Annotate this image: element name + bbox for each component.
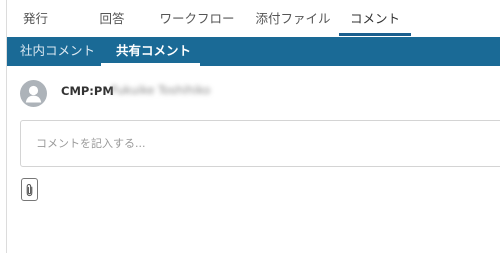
- comment-author-name: Fukuike Toshihiko: [111, 83, 211, 97]
- comment-author-prefix: CMP:PM: [61, 84, 114, 98]
- main-tab-bar: 発行 回答 ワークフロー 添付ファイル コメント: [7, 0, 500, 37]
- subtab-internal-comments[interactable]: 社内コメント: [20, 37, 95, 66]
- tab-comments[interactable]: コメント: [339, 0, 411, 37]
- paperclip-icon: [26, 183, 33, 197]
- tab-attachments[interactable]: 添付ファイル: [250, 0, 336, 37]
- active-subtab-indicator: [101, 63, 200, 66]
- comment-subtab-bar: 社内コメント 共有コメント: [7, 37, 500, 66]
- tab-issue[interactable]: 発行: [7, 0, 64, 37]
- active-tab-indicator: [339, 33, 411, 36]
- tab-answer[interactable]: 回答: [87, 0, 137, 37]
- comment-input[interactable]: [20, 120, 500, 167]
- tab-workflow[interactable]: ワークフロー: [149, 0, 245, 37]
- user-avatar-icon: [20, 80, 47, 107]
- attach-file-button[interactable]: [21, 178, 38, 201]
- subtab-shared-comments[interactable]: 共有コメント: [116, 37, 191, 66]
